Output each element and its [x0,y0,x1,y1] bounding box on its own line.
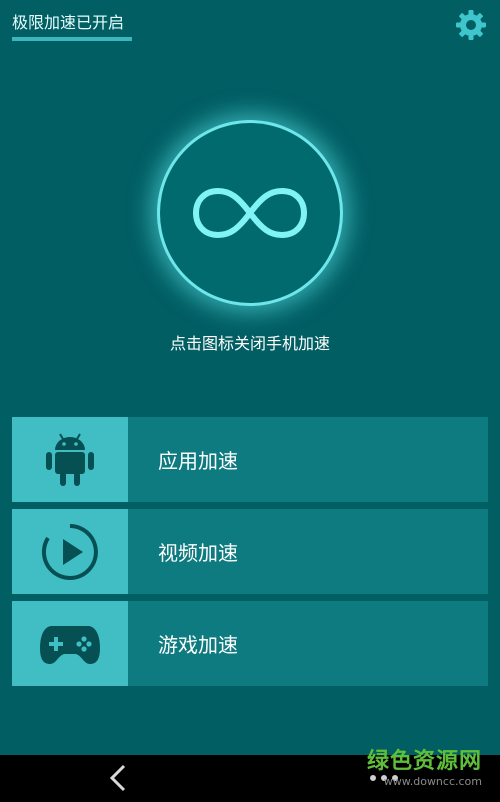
status-underline [12,37,132,41]
boost-toggle-button[interactable] [160,123,340,303]
list-item-game-boost[interactable]: 游戏加速 [12,601,488,686]
back-button[interactable] [106,763,130,793]
status-title: 极限加速已开启 [12,13,125,32]
watermark: 绿色资源网 www.downcc.com [367,743,482,788]
watermark-sub: www.downcc.com [383,775,482,788]
settings-button[interactable] [454,8,488,42]
icon-cell [12,417,128,502]
list-item-label: 应用加速 [128,417,488,502]
list-item-app-boost[interactable]: 应用加速 [12,417,488,502]
navigation-bar: 绿色资源网 www.downcc.com [0,749,500,802]
android-icon [46,432,94,486]
infinity-icon [192,187,308,239]
list-item-label: 视频加速 [128,509,488,594]
gear-icon [456,10,486,40]
gamepad-icon [40,625,100,664]
feature-list: 应用加速 视频加速 游戏加速 [12,417,488,693]
icon-cell [12,601,128,686]
play-circle-icon [41,523,98,580]
icon-cell [12,509,128,594]
list-item-video-boost[interactable]: 视频加速 [12,509,488,594]
chevron-left-icon [109,764,126,792]
toggle-hint-text: 点击图标关闭手机加速 [169,334,330,353]
list-item-label: 游戏加速 [128,601,488,686]
watermark-main: 绿色资源网 [366,749,482,774]
